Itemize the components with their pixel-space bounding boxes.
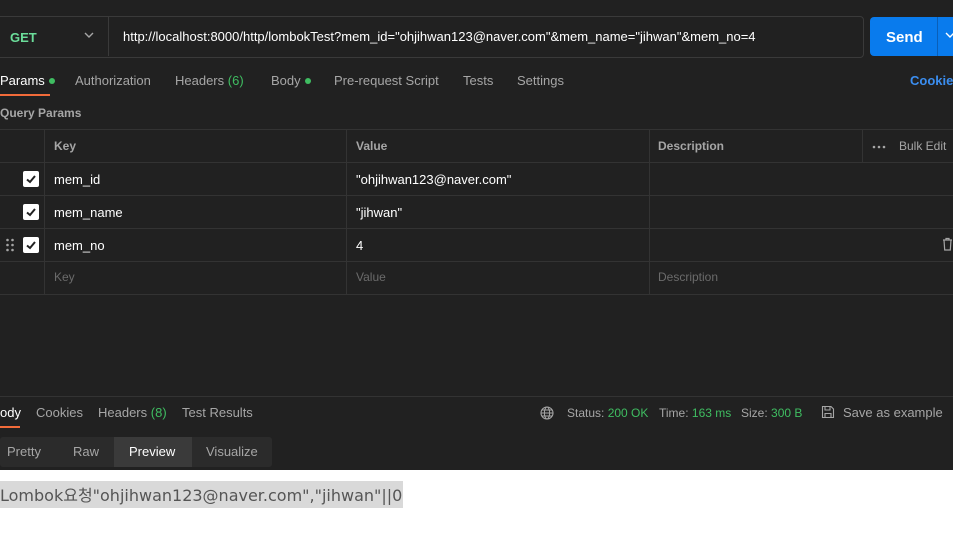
tab-pre-request-script[interactable]: Pre-request Script	[334, 73, 439, 88]
new-description-input[interactable]: Description	[658, 270, 718, 284]
params-active-dot	[48, 77, 55, 84]
send-divider	[937, 17, 938, 56]
param-value[interactable]: 4	[356, 238, 363, 253]
tab-headers[interactable]: Headers (6)	[175, 73, 244, 88]
cookies-link[interactable]: Cookies	[910, 73, 953, 88]
view-mode-preview[interactable]: Preview	[129, 444, 175, 459]
drag-handle-icon[interactable]	[5, 238, 15, 252]
tab-params[interactable]: Params	[0, 73, 55, 88]
save-as-example-button[interactable]: Save as example	[843, 405, 943, 420]
column-header-key: Key	[54, 139, 77, 153]
table-row-divider	[0, 228, 953, 229]
tab-authorization[interactable]: Authorization	[75, 73, 151, 88]
more-options-icon[interactable]	[872, 144, 886, 150]
status-readout: Status: 200 OK	[567, 406, 649, 420]
row-checkbox[interactable]	[23, 171, 39, 187]
tab-settings[interactable]: Settings	[517, 73, 564, 88]
table-col-divider	[649, 129, 650, 295]
url-input[interactable]: http://localhost:8000/http/lombokTest?me…	[123, 29, 756, 44]
view-mode-visualize[interactable]: Visualize	[206, 444, 258, 459]
active-tab-indicator	[0, 94, 50, 96]
body-active-dot	[304, 77, 311, 84]
size-value: 300 B	[771, 406, 803, 420]
table-row-divider	[0, 162, 953, 163]
send-button-label[interactable]: Send	[886, 29, 923, 46]
status-value: 200 OK	[607, 406, 649, 420]
tab-body[interactable]: Body	[271, 73, 311, 88]
column-header-value: Value	[356, 139, 388, 153]
row-checkbox[interactable]	[23, 237, 39, 253]
view-mode-raw[interactable]: Raw	[73, 444, 99, 459]
response-preview-text: Lombok요청"ohjihwan123@naver.com","jihwan"…	[0, 481, 404, 508]
query-params-title: Query Params	[0, 106, 82, 120]
response-tab-headers[interactable]: Headers (8)	[98, 405, 167, 420]
column-header-description: Description	[658, 139, 725, 153]
size-readout: Size: 300 B	[741, 406, 803, 420]
save-icon[interactable]	[821, 405, 835, 419]
headers-count: (6)	[227, 73, 244, 88]
response-headers-count: (8)	[150, 405, 167, 420]
trash-icon[interactable]	[942, 237, 953, 251]
response-active-tab-indicator	[0, 426, 20, 428]
new-key-input[interactable]: Key	[54, 270, 75, 284]
view-mode-pretty[interactable]: Pretty	[7, 444, 41, 459]
table-col-divider	[44, 129, 45, 295]
param-value[interactable]: "jihwan"	[356, 205, 402, 220]
new-value-input[interactable]: Value	[356, 270, 386, 284]
param-value[interactable]: "ohjihwan123@naver.com"	[356, 172, 511, 187]
time-readout: Time: 163 ms	[659, 406, 732, 420]
method-select[interactable]: GET	[10, 30, 37, 45]
param-key[interactable]: mem_no	[54, 238, 105, 253]
response-tab-cookies[interactable]: Cookies	[36, 405, 83, 420]
param-key[interactable]: mem_id	[54, 172, 100, 187]
tab-tests[interactable]: Tests	[463, 73, 493, 88]
param-key[interactable]: mem_name	[54, 205, 123, 220]
table-row-divider	[0, 195, 953, 196]
chevron-down-icon[interactable]	[82, 28, 96, 42]
method-divider	[108, 17, 109, 56]
time-value: 163 ms	[691, 406, 732, 420]
table-border-top	[0, 129, 953, 130]
response-divider	[0, 396, 953, 397]
table-border-bottom	[0, 294, 953, 295]
response-tab-body[interactable]: ody	[0, 405, 21, 420]
row-checkbox[interactable]	[23, 204, 39, 220]
response-tab-test-results[interactable]: Test Results	[182, 405, 253, 420]
table-row-divider	[0, 261, 953, 262]
bulk-edit-button[interactable]: Bulk Edit	[899, 139, 946, 153]
table-col-divider	[862, 129, 863, 162]
table-col-divider	[346, 129, 347, 295]
send-options-chevron-icon[interactable]	[944, 29, 953, 41]
globe-icon[interactable]	[540, 406, 554, 420]
